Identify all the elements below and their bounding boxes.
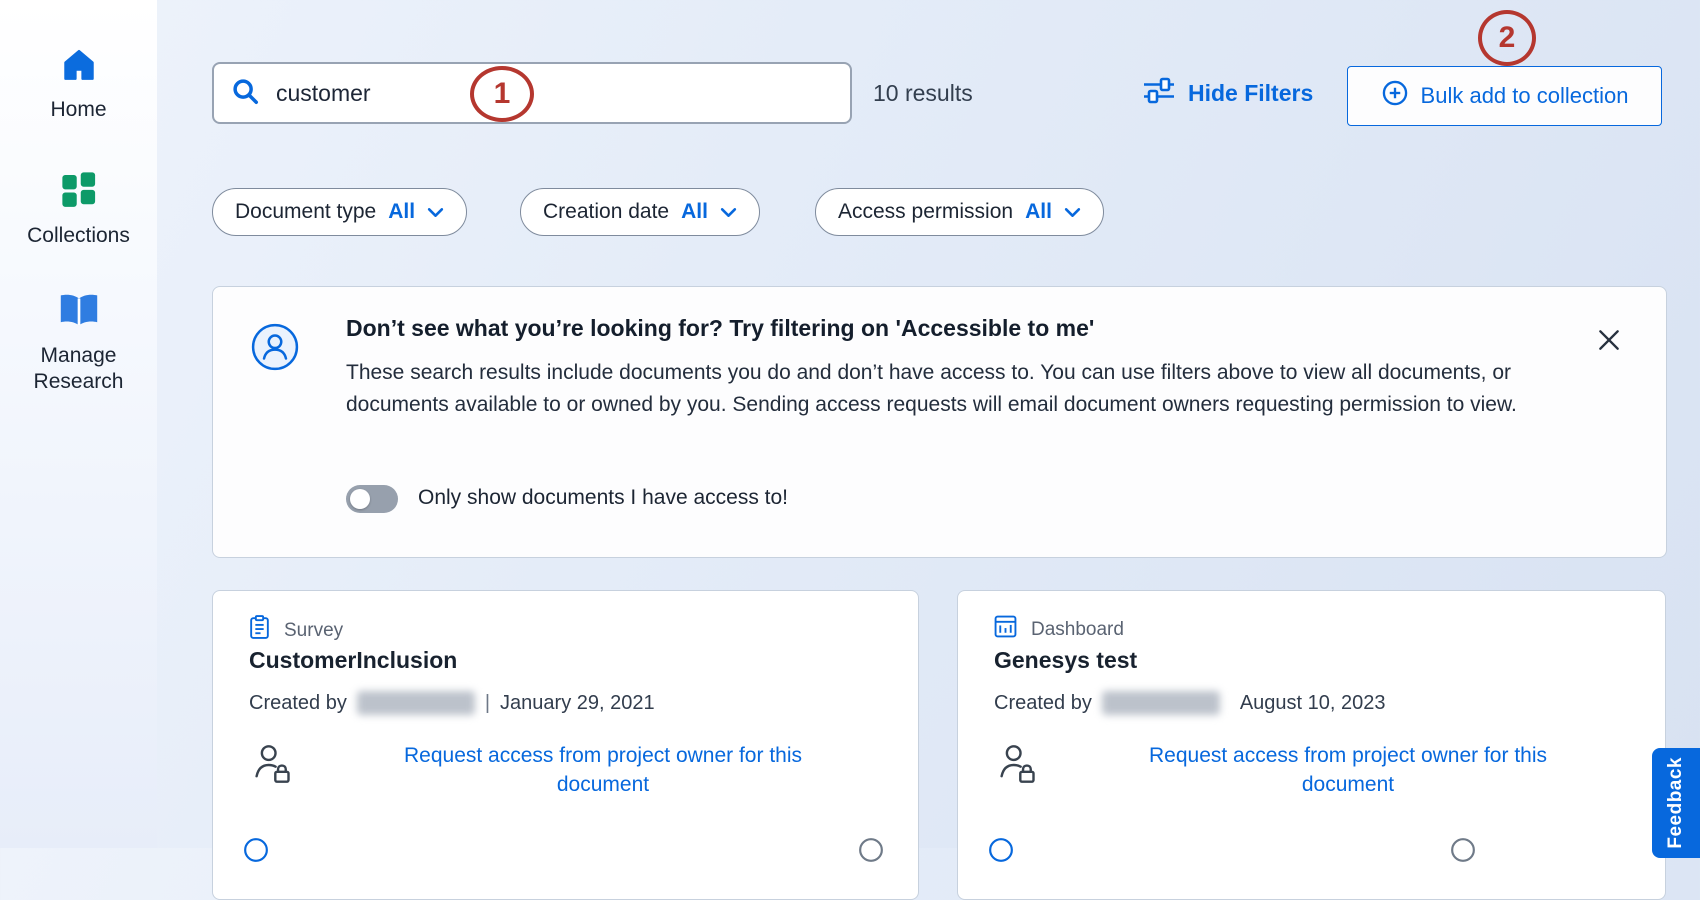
document-type-row: Survey <box>249 615 343 646</box>
sidebar: Home Collections Manage Research <box>0 0 157 848</box>
sidebar-item-label: Collections <box>27 223 130 249</box>
document-card: Dashboard Genesys test Created by August… <box>957 590 1666 900</box>
document-meta: Created by | January 29, 2021 <box>249 691 655 715</box>
filter-label: Document type <box>235 200 376 224</box>
dashboard-icon <box>994 615 1017 644</box>
document-type-row: Dashboard <box>994 615 1124 644</box>
access-info-banner: Don’t see what you’re looking for? Try f… <box>212 286 1667 558</box>
chevron-down-icon <box>427 200 444 224</box>
person-circle-icon <box>251 323 299 376</box>
info-icon[interactable] <box>243 837 269 863</box>
collections-icon <box>58 168 100 215</box>
toggle-label: Only show documents I have access to! <box>418 486 788 510</box>
sidebar-item-home[interactable]: Home <box>0 46 157 123</box>
bulk-add-label: Bulk add to collection <box>1421 83 1629 109</box>
document-type-label: Survey <box>284 620 343 642</box>
document-card: Survey CustomerInclusion Created by | Ja… <box>212 590 919 900</box>
person-lock-icon <box>251 741 293 790</box>
plus-circle-icon <box>1381 79 1409 113</box>
sidebar-item-label: Home <box>50 97 106 123</box>
filter-value: All <box>1025 200 1052 224</box>
created-by-label: Created by <box>249 692 347 715</box>
filter-pill-document-type[interactable]: Document type All <box>212 188 467 236</box>
document-title: CustomerInclusion <box>249 647 457 674</box>
filter-pill-creation-date[interactable]: Creation date All <box>520 188 760 236</box>
annotation-step-2: 2 <box>1478 10 1536 66</box>
filter-label: Access permission <box>838 200 1013 224</box>
created-by-label: Created by <box>994 692 1092 715</box>
sidebar-item-collections[interactable]: Collections <box>0 168 157 249</box>
banner-title: Don’t see what you’re looking for? Try f… <box>346 315 1094 342</box>
feedback-label: Feedback <box>1665 757 1687 849</box>
home-icon <box>59 46 99 89</box>
redacted-owner-name <box>357 691 475 715</box>
results-count: 10 results <box>873 80 973 107</box>
survey-clipboard-icon <box>249 615 270 646</box>
created-date: August 10, 2023 <box>1240 692 1386 715</box>
chevron-down-icon <box>1064 200 1081 224</box>
filter-pill-access-permission[interactable]: Access permission All <box>815 188 1104 236</box>
request-access-link[interactable]: Request access from project owner for th… <box>1108 741 1588 799</box>
document-meta: Created by August 10, 2023 <box>994 691 1386 715</box>
bulk-add-to-collection-button[interactable]: Bulk add to collection <box>1347 66 1662 126</box>
chevron-down-icon <box>720 200 737 224</box>
hide-filters-button[interactable]: Hide Filters <box>1142 76 1313 110</box>
sidebar-item-label: Manage Research <box>0 343 157 395</box>
created-date: January 29, 2021 <box>500 692 655 715</box>
document-title: Genesys test <box>994 647 1137 674</box>
close-icon[interactable] <box>1596 327 1622 353</box>
person-lock-icon <box>996 741 1038 790</box>
hide-filters-label: Hide Filters <box>1188 80 1313 107</box>
info-icon[interactable] <box>988 837 1014 863</box>
document-type-label: Dashboard <box>1031 619 1124 641</box>
filter-value: All <box>681 200 708 224</box>
search-input[interactable] <box>276 80 656 107</box>
filter-label: Creation date <box>543 200 669 224</box>
filter-value: All <box>388 200 415 224</box>
more-actions-icon[interactable] <box>858 837 884 863</box>
annotation-step-1: 1 <box>470 66 534 122</box>
banner-body: These search results include documents y… <box>346 357 1571 421</box>
meta-separator: | <box>485 692 490 715</box>
open-book-icon <box>56 290 102 335</box>
filter-sliders-icon <box>1142 76 1176 110</box>
request-access-link[interactable]: Request access from project owner for th… <box>363 741 843 799</box>
toggle-knob <box>350 489 370 509</box>
access-only-toggle[interactable] <box>346 485 398 513</box>
sidebar-item-manage-research[interactable]: Manage Research <box>0 290 157 395</box>
search-icon <box>230 76 260 111</box>
redacted-owner-name <box>1102 691 1220 715</box>
feedback-tab[interactable]: Feedback <box>1652 748 1700 858</box>
more-actions-icon[interactable] <box>1450 837 1476 863</box>
